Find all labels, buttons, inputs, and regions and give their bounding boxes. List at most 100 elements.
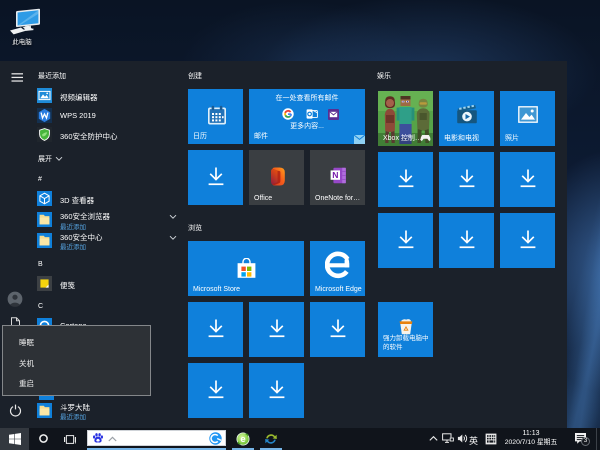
menu-item-restart[interactable]: 重启 xyxy=(19,378,34,389)
tile-onenote[interactable]: N OneNote for… xyxy=(310,150,365,205)
sync-arrows-icon xyxy=(264,432,278,446)
office-icon xyxy=(269,167,285,186)
tile-uninstaller[interactable]: 强力卸载电脑中的软件 xyxy=(378,302,433,357)
tile-pending-download[interactable] xyxy=(249,363,304,418)
tile-photos[interactable]: 照片 xyxy=(500,91,555,146)
section-header-c[interactable]: C xyxy=(38,303,43,310)
windows-logo-icon xyxy=(9,433,21,445)
app-label: 360安全防护中心 xyxy=(60,131,118,142)
photos-icon xyxy=(518,106,538,123)
app-item-3d-viewer[interactable]: 3D 查看器 xyxy=(37,191,177,207)
tile-xbox[interactable]: Xbox 控制… xyxy=(378,91,433,146)
touch-keyboard-icon[interactable] xyxy=(485,433,497,445)
shield-icon xyxy=(37,127,52,142)
app-item-douluo[interactable]: 斗罗大陆 最近添加 xyxy=(37,402,177,423)
section-header-b[interactable]: B xyxy=(38,261,43,268)
folder-icon xyxy=(37,212,52,227)
tile-pending-download[interactable] xyxy=(249,302,304,357)
tile-pending-download[interactable] xyxy=(378,152,433,207)
taskbar-app-sync[interactable] xyxy=(260,428,282,450)
download-arrow-icon xyxy=(268,380,286,401)
folder-icon xyxy=(37,403,52,418)
mail-tile-title: 在一处查看所有邮件 xyxy=(249,93,365,103)
tile-label: 照片 xyxy=(505,133,519,143)
ime-indicator[interactable]: 英 xyxy=(469,434,478,447)
app-item-wps-2019[interactable]: WPS 2019 xyxy=(37,108,177,124)
show-desktop-button[interactable] xyxy=(596,428,600,450)
folder-icon xyxy=(37,233,52,248)
app-item-360-center[interactable]: 360安全中心 最近添加 xyxy=(37,232,177,253)
caret-icon xyxy=(108,436,117,442)
expand-button[interactable]: 展开 xyxy=(38,154,98,166)
chevron-down-icon[interactable] xyxy=(169,214,177,220)
menu-item-sleep[interactable]: 睡眠 xyxy=(19,337,34,348)
tile-pending-download[interactable] xyxy=(439,152,494,207)
download-arrow-icon xyxy=(207,319,225,340)
tile-microsoft-store[interactable]: Microsoft Store xyxy=(188,241,304,296)
start-button[interactable] xyxy=(0,428,29,450)
360-browser-icon: e xyxy=(236,432,250,446)
user-avatar-button[interactable] xyxy=(7,291,23,307)
mail-tile-more: 更多内容... xyxy=(249,121,365,131)
notification-badge: 3 xyxy=(581,437,590,446)
download-arrow-icon xyxy=(329,319,347,340)
tray-expand-chevron-icon[interactable] xyxy=(429,435,438,442)
recent-added-header: 最近添加 xyxy=(38,71,66,81)
tile-mail[interactable]: 在一处查看所有邮件 更多内容... 邮件 xyxy=(249,89,365,144)
download-arrow-icon xyxy=(397,230,415,251)
tile-pending-download[interactable] xyxy=(500,213,555,268)
tile-pending-download[interactable] xyxy=(439,213,494,268)
tile-pending-download[interactable] xyxy=(310,302,365,357)
onenote-icon: N xyxy=(330,167,347,184)
tile-pending-download[interactable] xyxy=(188,150,243,205)
desktop-icon-this-pc[interactable]: 此电脑 xyxy=(2,5,48,45)
this-pc-icon xyxy=(8,7,44,37)
tile-label: 电影和电视 xyxy=(444,133,479,143)
tile-label: Xbox 控制… xyxy=(383,133,422,143)
menu-hamburger-button[interactable] xyxy=(9,70,29,86)
app-sublabel-recent: 最近添加 xyxy=(60,241,86,251)
app-label: 视频编辑器 xyxy=(60,92,98,103)
search-box[interactable] xyxy=(87,430,226,446)
tile-office[interactable]: Office xyxy=(249,150,304,205)
app-item-360-security-center[interactable]: 360安全防护中心 xyxy=(37,127,177,143)
tile-label: Microsoft Edge xyxy=(315,286,362,293)
tile-pending-download[interactable] xyxy=(188,302,243,357)
task-view-button[interactable] xyxy=(59,428,79,450)
notification-count: 3 xyxy=(582,438,589,445)
google-icon xyxy=(282,108,294,120)
user-avatar-icon xyxy=(7,291,23,307)
clock[interactable]: 11:13 2020/7/10 星期五 xyxy=(500,430,562,448)
action-center-button[interactable]: 3 xyxy=(572,430,592,448)
app-sublabel-recent: 最近添加 xyxy=(60,411,86,421)
tile-microsoft-edge[interactable]: Microsoft Edge xyxy=(310,241,365,296)
tile-pending-download[interactable] xyxy=(500,152,555,207)
movies-tv-icon xyxy=(456,104,478,124)
cortana-button[interactable] xyxy=(33,428,53,450)
app-label: 3D 查看器 xyxy=(60,195,94,206)
sticky-notes-icon xyxy=(37,276,52,291)
mail-service-icon xyxy=(328,109,339,120)
download-arrow-icon xyxy=(519,230,537,251)
power-button[interactable] xyxy=(9,404,22,417)
microsoft-edge-icon xyxy=(325,251,351,279)
section-header-hash[interactable]: # xyxy=(38,176,42,183)
3d-viewer-icon xyxy=(37,191,52,206)
tile-calendar[interactable]: 日历 xyxy=(188,89,243,144)
hamburger-icon xyxy=(9,70,29,86)
app-item-video-editor[interactable]: 视频编辑器 xyxy=(37,88,177,104)
download-arrow-icon xyxy=(397,169,415,190)
app-item-sticky-notes[interactable]: 便笺 xyxy=(37,276,177,292)
svg-text:N: N xyxy=(332,170,338,180)
tile-label: Microsoft Store xyxy=(193,286,240,293)
tile-pending-download[interactable] xyxy=(378,213,433,268)
taskbar-app-360browser[interactable]: e xyxy=(232,428,254,450)
network-icon[interactable] xyxy=(442,433,454,444)
app-item-360-browser[interactable]: 360安全浏览器 最近添加 xyxy=(37,211,177,232)
tile-pending-download[interactable] xyxy=(188,363,243,418)
menu-item-shutdown[interactable]: 关机 xyxy=(19,358,34,369)
tile-movies-tv[interactable]: 电影和电视 xyxy=(439,91,494,146)
speaker-icon[interactable] xyxy=(457,433,468,444)
chevron-down-icon xyxy=(55,156,63,162)
chevron-down-icon[interactable] xyxy=(169,235,177,241)
